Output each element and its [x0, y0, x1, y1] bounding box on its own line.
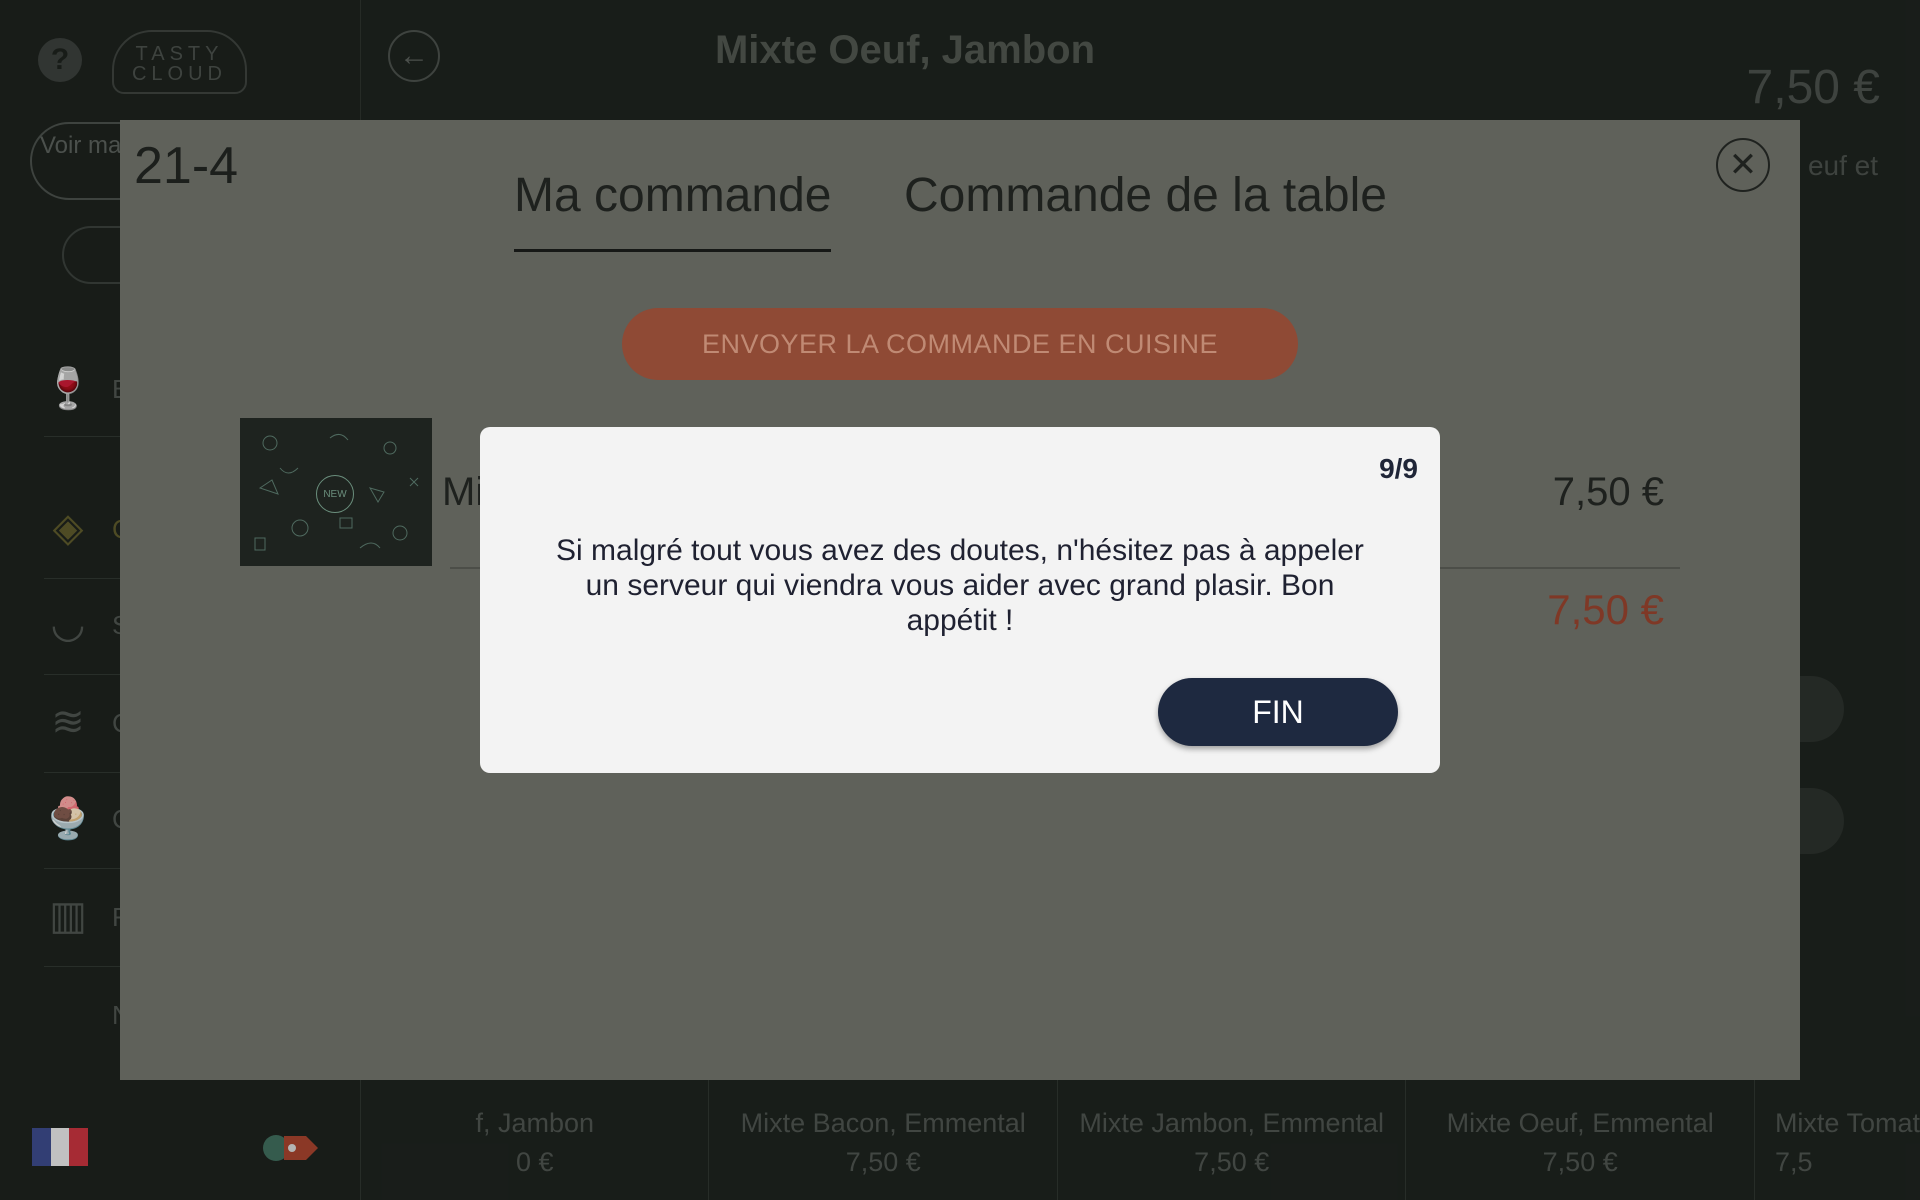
tab-table-order[interactable]: Commande de la table: [904, 168, 1387, 249]
item-name: Mi: [442, 470, 485, 514]
finish-button[interactable]: FIN: [1158, 678, 1398, 746]
new-badge: NEW: [316, 475, 354, 513]
close-icon[interactable]: ✕: [1716, 138, 1770, 192]
step-counter: 9/9: [1379, 453, 1418, 484]
send-to-kitchen-button[interactable]: ENVOYER LA COMMANDE EN CUISINE: [622, 308, 1298, 380]
item-price: 7,50 €: [1552, 470, 1664, 514]
tutorial-message: Si malgré tout vous avez des doutes, n'h…: [556, 534, 1364, 637]
total-price: 7,50 €: [1547, 586, 1664, 633]
tab-my-order[interactable]: Ma commande: [514, 168, 832, 252]
item-thumbnail: NEW: [240, 418, 432, 566]
tutorial-dialog: 9/9 Si malgré tout vous avez des doutes,…: [480, 427, 1440, 773]
table-id: 21-4: [134, 137, 239, 195]
